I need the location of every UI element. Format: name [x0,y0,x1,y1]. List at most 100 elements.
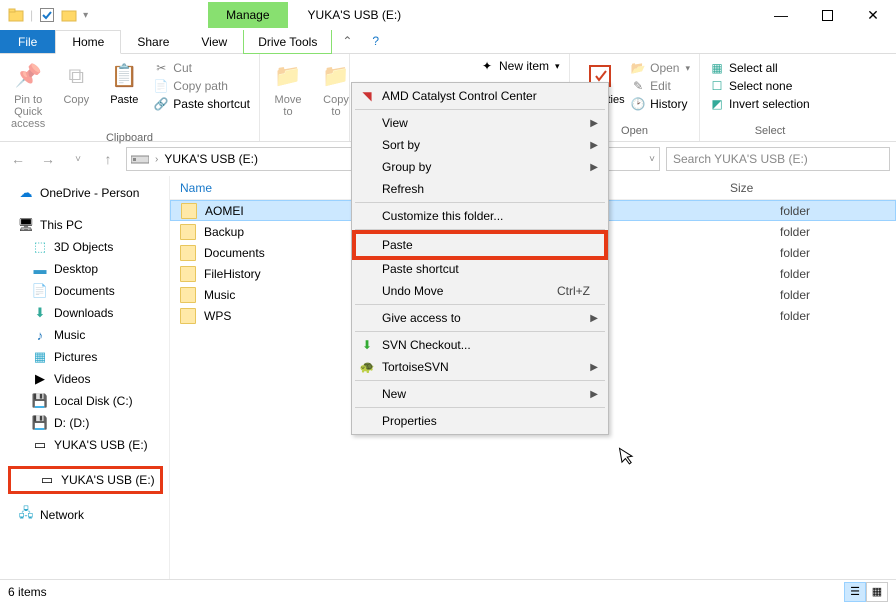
chevron-right-icon: ▶ [590,118,598,129]
ctx-new[interactable]: New▶ [354,383,606,405]
tree-yuka-usb-1[interactable]: ▭YUKA'S USB (E:) [4,434,169,456]
invert-icon: ◩ [709,97,725,111]
desktop-icon: ▬ [32,261,48,277]
address-chevron-icon[interactable]: › [155,154,158,165]
separator [355,331,605,332]
view-tab[interactable]: View [185,30,243,53]
ctx-tortoisesvn[interactable]: 🐢TortoiseSVN▶ [354,356,606,378]
close-button[interactable]: ✕ [850,0,896,30]
pasteshortcut-icon: 🔗 [153,97,169,111]
ctx-customize[interactable]: Customize this folder... [354,205,606,227]
ctx-undo-move[interactable]: Undo MoveCtrl+Z [354,280,606,302]
cut-button[interactable]: ✂Cut [150,60,253,76]
ctx-group-by[interactable]: Group by▶ [354,156,606,178]
pin-quick-access-button[interactable]: 📌 Pin to Quick access [6,58,50,132]
folder-icon [180,245,196,261]
maximize-button[interactable] [804,0,850,30]
manage-tab[interactable]: Manage [208,2,287,28]
ctx-paste[interactable]: Paste [352,230,608,260]
separator [355,202,605,203]
edit-button[interactable]: ✎Edit [627,78,693,94]
column-size[interactable]: Size [730,181,753,195]
icons-view-button[interactable]: ▦ [866,582,888,602]
cut-icon: ✂ [153,61,169,75]
tree-yuka-usb-2[interactable]: ▭YUKA'S USB (E:) [8,466,163,494]
paste-shortcut-button[interactable]: 🔗Paste shortcut [150,96,253,112]
tree-local-disk-c[interactable]: 💾Local Disk (C:) [4,390,169,412]
separator [355,109,605,110]
tree-downloads[interactable]: ⬇Downloads [4,302,169,324]
network-icon: 🖧 [18,507,34,523]
ctx-amd[interactable]: ◥AMD Catalyst Control Center [354,85,606,107]
folder-icon [180,266,196,282]
collapse-ribbon-icon[interactable]: ⌃ [332,30,362,53]
moveto-icon: 📁 [272,60,304,92]
tree-onedrive[interactable]: ☁OneDrive - Person [4,182,169,204]
chevron-right-icon: ▶ [590,162,598,173]
qat-dropdown-icon[interactable]: ▾ [83,10,88,21]
pictures-icon: ▦ [32,349,48,365]
chevron-right-icon: ▶ [590,362,598,373]
ctx-paste-shortcut[interactable]: Paste shortcut [354,258,606,280]
copy-icon: ⧉ [60,60,92,92]
invert-selection-button[interactable]: ◩Invert selection [706,96,813,112]
open-icon: 📂 [630,61,646,75]
copy-path-button[interactable]: 📄Copy path [150,78,253,94]
checkbox-icon[interactable] [39,7,55,23]
select-group-label: Select [706,125,834,139]
usb-icon: ▭ [39,472,55,488]
tree-videos[interactable]: ▶Videos [4,368,169,390]
new-item-button[interactable]: ✦New item▾ [476,58,563,74]
tree-network[interactable]: 🖧Network [4,504,169,526]
downloads-icon: ⬇ [32,305,48,321]
search-input[interactable]: Search YUKA'S USB (E:) [666,147,890,171]
up-button[interactable]: ↑ [96,147,120,171]
ctx-view[interactable]: View▶ [354,112,606,134]
details-view-button[interactable]: ☰ [844,582,866,602]
tree-3d-objects[interactable]: ⬚3D Objects [4,236,169,258]
ctx-refresh[interactable]: Refresh [354,178,606,200]
ctx-properties[interactable]: Properties [354,410,606,432]
tortoise-icon: 🐢 [359,360,375,374]
ctx-sort-by[interactable]: Sort by▶ [354,134,606,156]
select-none-button[interactable]: ☐Select none [706,78,813,94]
back-button[interactable]: ← [6,147,30,171]
tree-desktop[interactable]: ▬Desktop [4,258,169,280]
tree-music[interactable]: ♪Music [4,324,169,346]
drive-tools-tab[interactable]: Drive Tools [243,30,332,54]
tree-this-pc[interactable]: 🖥This PC [4,214,169,236]
status-text: 6 items [8,585,47,599]
folder-icon [181,203,197,219]
navigation-tree[interactable]: ☁OneDrive - Person 🖥This PC ⬚3D Objects … [0,176,170,579]
tree-disk-d[interactable]: 💾D: (D:) [4,412,169,434]
help-icon[interactable]: ? [362,30,389,53]
ctx-svn-checkout[interactable]: ⬇SVN Checkout... [354,334,606,356]
address-dropdown-icon[interactable]: ˅ [649,154,655,165]
share-tab[interactable]: Share [121,30,185,53]
minimize-button[interactable]: — [758,0,804,30]
disk-icon: 💾 [32,415,48,431]
separator [355,304,605,305]
forward-button[interactable]: → [36,147,60,171]
home-tab[interactable]: Home [55,30,121,54]
copyto-icon: 📁 [320,60,352,92]
tree-documents[interactable]: 📄Documents [4,280,169,302]
file-tab[interactable]: File [0,30,55,53]
address-path[interactable]: YUKA'S USB (E:) [164,152,258,166]
open-button[interactable]: 📂Open▾ [627,60,693,76]
history-button[interactable]: 🕑History [627,96,693,112]
recent-dropdown-icon[interactable]: ˅ [66,147,90,171]
ctx-give-access[interactable]: Give access to▶ [354,307,606,329]
drive-icon [131,153,149,165]
move-to-button[interactable]: 📁 Move to [266,58,310,120]
folder-icon [180,287,196,303]
amd-icon: ◥ [359,89,375,103]
cursor-icon [618,445,637,467]
chevron-right-icon: ▶ [590,313,598,324]
select-all-button[interactable]: ▦Select all [706,60,813,76]
copy-button[interactable]: ⧉ Copy [54,58,98,108]
paste-button[interactable]: 📋 Paste [102,58,146,108]
tree-pictures[interactable]: ▦Pictures [4,346,169,368]
paste-icon: 📋 [108,60,140,92]
qat-folder-icon[interactable] [61,7,77,23]
